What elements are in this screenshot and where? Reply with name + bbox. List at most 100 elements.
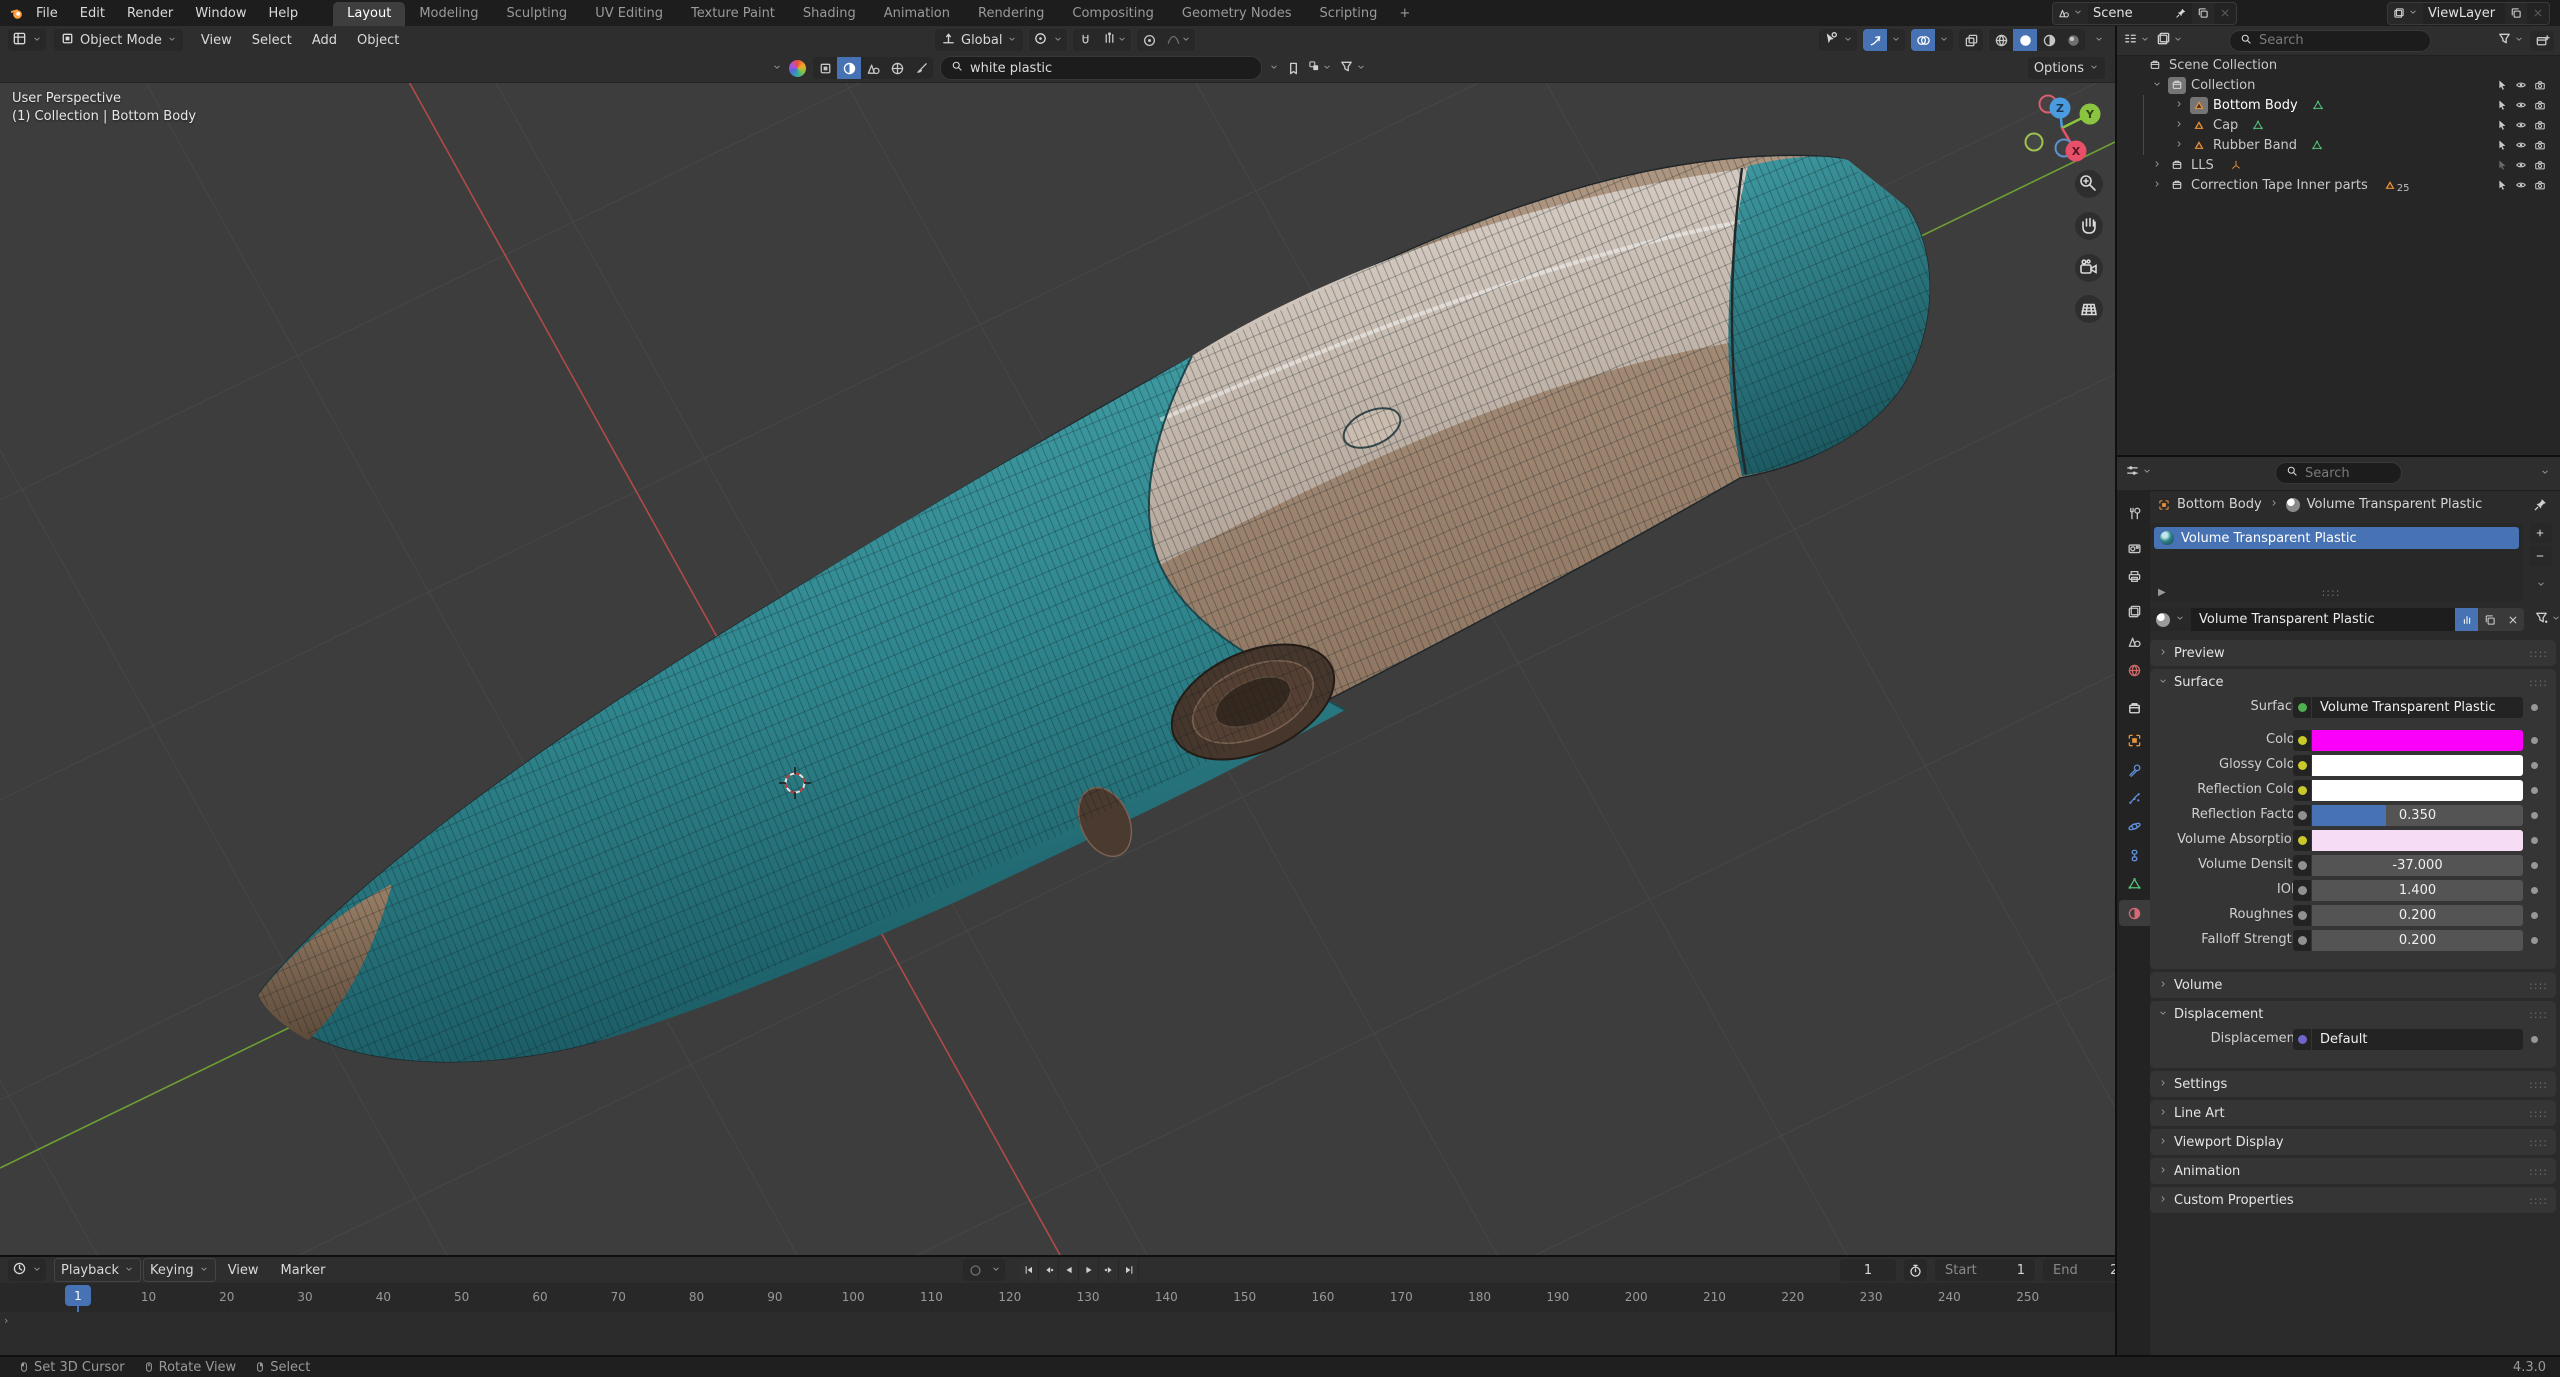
- assetbar-bookmark-icon[interactable]: [1286, 61, 1301, 76]
- play-button[interactable]: [1079, 1259, 1099, 1281]
- asset-category-brush[interactable]: [909, 57, 933, 79]
- options-button[interactable]: Options: [2027, 57, 2105, 79]
- auto-keying-toggle[interactable]: [963, 1259, 987, 1281]
- pivot-point-dropdown[interactable]: [1029, 29, 1068, 51]
- panel-header[interactable]: Displacement::::: [2150, 1001, 2556, 1027]
- properties-tab-world[interactable]: [2119, 657, 2150, 683]
- current-frame-field[interactable]: 1: [1840, 1259, 1896, 1281]
- workspace-tab-rendering[interactable]: Rendering: [964, 2, 1058, 26]
- frame-start-field[interactable]: Start 1: [1935, 1259, 2035, 1281]
- play-reverse-button[interactable]: [1059, 1259, 1079, 1281]
- asset-category-model[interactable]: [813, 57, 837, 79]
- select-arrow-icon[interactable]: [2496, 99, 2508, 111]
- remove-slot-button[interactable]: [2530, 546, 2552, 566]
- panel-header[interactable]: Custom Properties::::: [2150, 1187, 2556, 1213]
- overlays-toggle[interactable]: [1911, 29, 1935, 51]
- blender-logo-icon[interactable]: [10, 6, 25, 21]
- snap-toggle[interactable]: [1073, 29, 1097, 51]
- panel-header[interactable]: Surface::::: [2150, 669, 2556, 695]
- outliner-item-rubber-band[interactable]: Rubber Band: [2117, 135, 2560, 155]
- shading-material-preview-button[interactable]: [2037, 29, 2061, 51]
- eye-icon[interactable]: [2515, 179, 2527, 191]
- outliner-item-correction-tape-inner-parts[interactable]: Correction Tape Inner parts 25: [2117, 175, 2560, 195]
- timeline-menu-playback[interactable]: Playback: [54, 1258, 142, 1282]
- use-preview-range-toggle[interactable]: [1904, 1259, 1927, 1281]
- decorator-dot[interactable]: [2531, 912, 2538, 919]
- gizmos-dropdown[interactable]: [1887, 29, 1905, 51]
- browse-material-button[interactable]: [2150, 608, 2191, 631]
- select-arrow-icon[interactable]: [2496, 179, 2508, 191]
- timeline-menu-view[interactable]: View: [218, 1263, 269, 1278]
- eye-icon[interactable]: [2515, 139, 2527, 151]
- timeline-dopesheet[interactable]: ›: [0, 1312, 2115, 1355]
- scene-browse-button[interactable]: [2053, 2, 2088, 24]
- current-frame-indicator[interactable]: 1: [65, 1285, 91, 1306]
- asset-search-input[interactable]: [970, 60, 1251, 76]
- decorator-dot[interactable]: [2531, 937, 2538, 944]
- slot-specials-dropdown[interactable]: [2530, 578, 2552, 593]
- workspace-tab-geometry-nodes[interactable]: Geometry Nodes: [1168, 2, 1306, 26]
- outliner-item-lls[interactable]: LLS: [2117, 155, 2560, 175]
- select-arrow-icon[interactable]: [2496, 79, 2508, 91]
- scene-new-button[interactable]: [2192, 2, 2214, 24]
- outliner-search-input[interactable]: [2259, 33, 2420, 48]
- timeline-menu-keying[interactable]: Keying: [143, 1258, 216, 1282]
- transform-orientation-dropdown[interactable]: Global: [935, 29, 1024, 51]
- decorator-dot[interactable]: [2531, 1036, 2538, 1043]
- outliner-item-scene-collection[interactable]: Scene Collection: [2117, 55, 2560, 75]
- jump-to-end-button[interactable]: [1119, 1259, 1139, 1281]
- scene-name-field[interactable]: Scene: [2088, 3, 2170, 24]
- decorator-dot[interactable]: [2531, 704, 2538, 711]
- node-filter-dropdown[interactable]: [2534, 610, 2560, 629]
- assetbar-filter-dropdown[interactable]: [1339, 59, 1366, 78]
- workspace-tab-animation[interactable]: Animation: [870, 2, 964, 26]
- select-arrow-icon[interactable]: [2496, 139, 2508, 151]
- outliner-item-collection[interactable]: Collection: [2117, 75, 2560, 95]
- workspace-tab-modeling[interactable]: Modeling: [405, 2, 492, 26]
- timeline-editor-type-button[interactable]: [8, 1259, 46, 1281]
- select-arrow-icon[interactable]: [2496, 119, 2508, 131]
- properties-editor-type-button[interactable]: [2125, 463, 2152, 482]
- color-swatch[interactable]: [2312, 755, 2523, 776]
- panel-header[interactable]: Animation::::: [2150, 1158, 2556, 1184]
- properties-search-field[interactable]: [2275, 462, 2402, 484]
- auto-keying-dropdown[interactable]: [987, 1259, 1005, 1281]
- decorator-dot[interactable]: [2531, 812, 2538, 819]
- fake-user-toggle[interactable]: [2455, 608, 2478, 631]
- snap-target-dropdown[interactable]: [1097, 29, 1131, 51]
- add-workspace-button[interactable]: +: [1391, 2, 1418, 26]
- decorator-dot[interactable]: [2531, 737, 2538, 744]
- object-type-visibility-dropdown[interactable]: [1819, 29, 1857, 51]
- workspace-tab-sculpting[interactable]: Sculpting: [492, 2, 581, 26]
- properties-tab-render[interactable]: [2119, 535, 2150, 561]
- panel-header[interactable]: Line Art::::: [2150, 1100, 2556, 1126]
- asset-logo-icon[interactable]: [789, 59, 806, 77]
- properties-tab-output[interactable]: [2119, 563, 2150, 589]
- next-keyframe-button[interactable]: [1099, 1259, 1119, 1281]
- view-layer-new-button[interactable]: [2505, 2, 2527, 24]
- viewport-menu-view[interactable]: View: [191, 33, 242, 48]
- previous-keyframe-button[interactable]: [1039, 1259, 1059, 1281]
- camera-icon[interactable]: [2534, 99, 2546, 111]
- decorator-dot[interactable]: [2531, 762, 2538, 769]
- topbar-menu-file[interactable]: File: [25, 6, 69, 21]
- workspace-tab-texture-paint[interactable]: Texture Paint: [677, 2, 789, 26]
- outliner-display-mode-dropdown[interactable]: [2123, 31, 2150, 50]
- topbar-menu-edit[interactable]: Edit: [69, 6, 116, 21]
- topbar-menu-help[interactable]: Help: [258, 6, 310, 21]
- camera-icon[interactable]: [2534, 179, 2546, 191]
- panel-header[interactable]: Preview::::: [2150, 640, 2556, 666]
- 3d-viewport[interactable]: Z Y X ‹ Object Mode ViewSelectAddObject …: [0, 26, 2115, 1255]
- frame-end-field[interactable]: End250: [2043, 1259, 2115, 1281]
- properties-search-input[interactable]: [2305, 465, 2391, 481]
- gizmos-toggle[interactable]: [1863, 29, 1887, 51]
- view-layer-browse-button[interactable]: [2388, 2, 2423, 24]
- timeline-menu-marker[interactable]: Marker: [271, 1263, 336, 1278]
- shading-solid-button[interactable]: [2013, 29, 2037, 51]
- editor-type-button[interactable]: [8, 29, 46, 51]
- outliner-filter-mode-dropdown[interactable]: [2156, 31, 2183, 50]
- decorator-dot[interactable]: [2531, 787, 2538, 794]
- color-swatch[interactable]: [2312, 780, 2523, 801]
- topbar-menu-render[interactable]: Render: [116, 6, 184, 21]
- material-name-field[interactable]: Volume Transparent Plastic: [2191, 608, 2455, 631]
